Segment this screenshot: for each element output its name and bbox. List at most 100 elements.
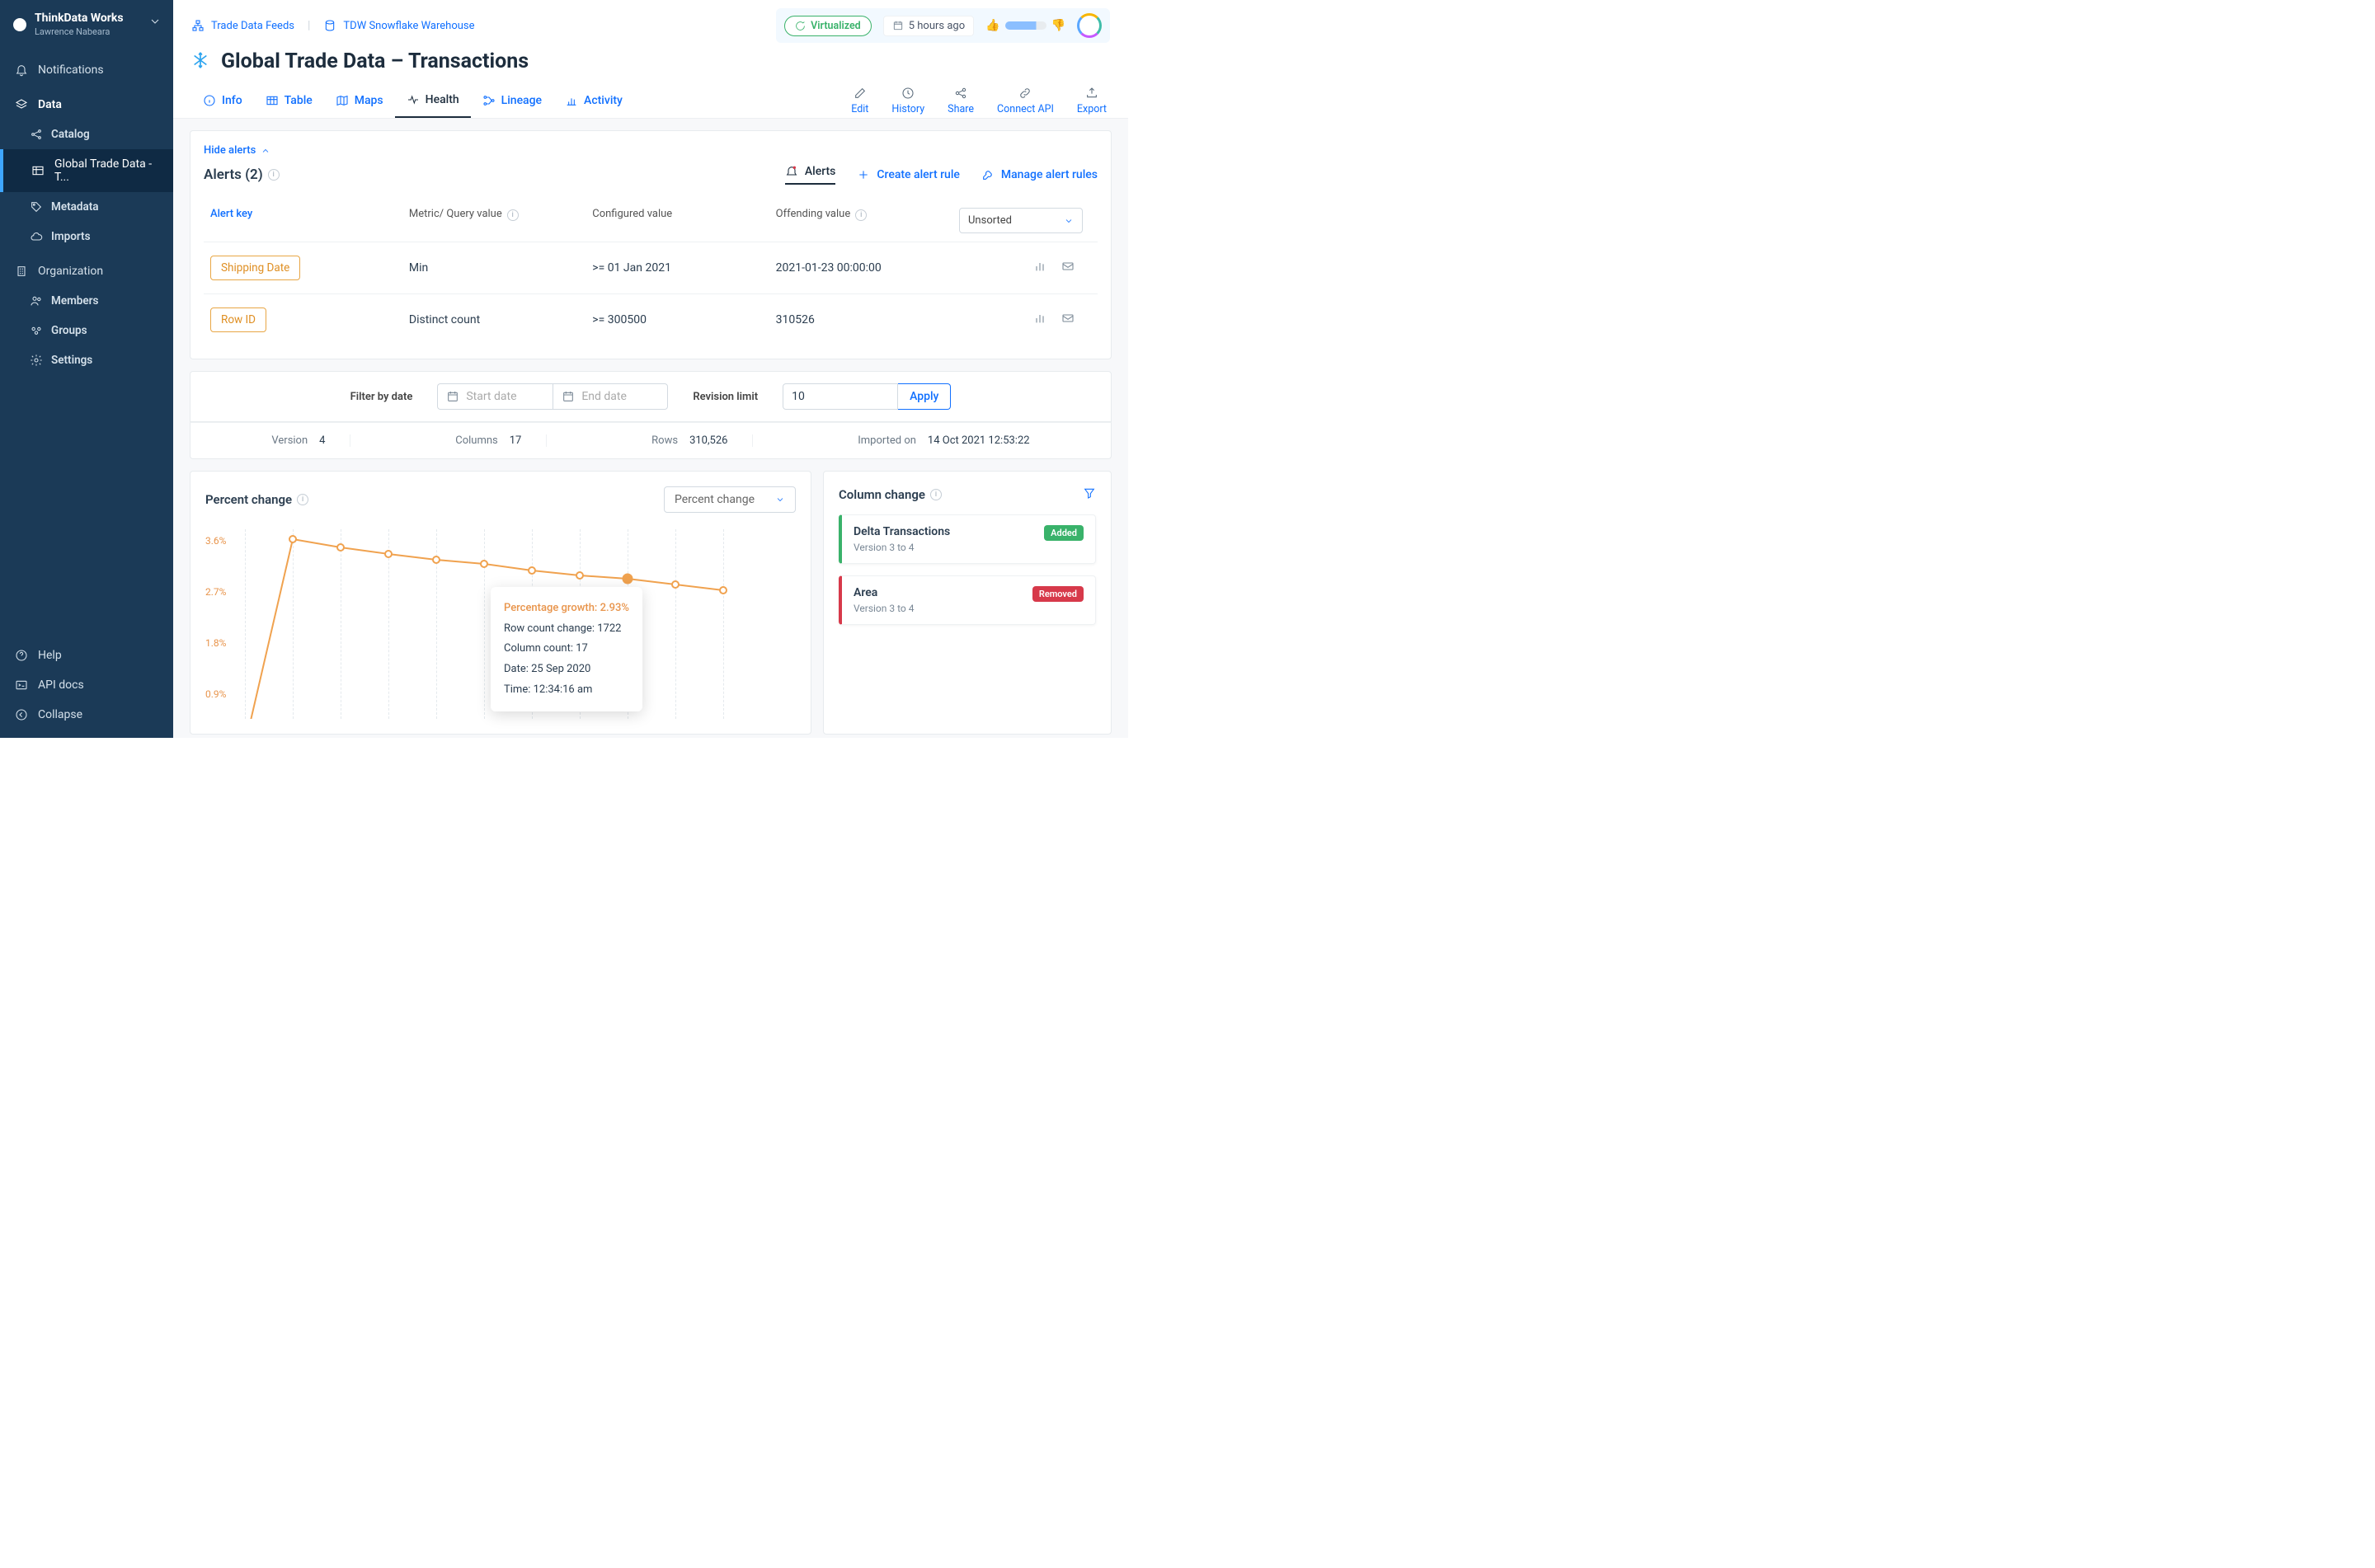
col-alert-key[interactable]: Alert key <box>210 208 409 233</box>
tab-lineage[interactable]: Lineage <box>471 84 553 117</box>
brand-logo-icon <box>13 18 26 31</box>
bar-chart-icon[interactable] <box>1033 260 1046 276</box>
filter-icon[interactable] <box>1083 486 1096 503</box>
nav-label: Imports <box>51 230 91 243</box>
nav-groups[interactable]: Groups <box>30 316 173 345</box>
cell-offending: 2021-01-23 00:00:00 <box>776 261 959 275</box>
atab-label: Create alert rule <box>877 168 960 181</box>
action-share[interactable]: Share <box>948 87 974 115</box>
crumb-tdw-snowflake[interactable]: TDW Snowflake Warehouse <box>323 19 474 32</box>
table-icon <box>266 94 279 107</box>
meta-label: Columns <box>455 434 498 447</box>
info-icon[interactable]: i <box>930 489 942 500</box>
nav-label: Notifications <box>38 63 104 77</box>
action-label: Export <box>1077 103 1107 115</box>
bar-chart-icon[interactable] <box>1033 312 1046 328</box>
action-export[interactable]: Export <box>1077 87 1107 115</box>
crumb-trade-data-feeds[interactable]: Trade Data Feeds <box>191 19 294 32</box>
nav-catalog[interactable]: Catalog <box>30 120 173 149</box>
info-icon[interactable]: i <box>855 209 867 221</box>
info-icon <box>203 94 216 107</box>
nav-organization[interactable]: Organization <box>0 256 173 286</box>
info-icon[interactable]: i <box>268 169 280 181</box>
sort-select[interactable]: Unsorted <box>959 208 1083 233</box>
chevron-down-icon <box>1064 216 1074 226</box>
tab-activity[interactable]: Activity <box>553 84 634 117</box>
collapse-icon <box>15 708 28 721</box>
crumb-label: Trade Data Feeds <box>211 20 294 32</box>
users-icon <box>30 294 43 307</box>
nav-members[interactable]: Members <box>30 286 173 316</box>
nav-global-trade-data[interactable]: Global Trade Data - T... <box>0 149 173 192</box>
atab-label: Manage alert rules <box>1001 168 1098 181</box>
apply-button[interactable]: Apply <box>898 383 951 410</box>
nav-api-docs[interactable]: API docs <box>0 670 173 700</box>
action-connect-api[interactable]: Connect API <box>997 87 1054 115</box>
table-row: Shipping Date Min >= 01 Jan 2021 2021-01… <box>204 242 1098 293</box>
tab-maps[interactable]: Maps <box>324 84 395 117</box>
col-item-sub: Version 3 to 4 <box>854 603 914 614</box>
nav-metadata[interactable]: Metadata <box>30 192 173 222</box>
refresh-icon <box>795 21 806 31</box>
alert-key-chip[interactable]: Row ID <box>210 307 266 332</box>
ytick: 0.9% <box>205 688 226 700</box>
selector-value: Percent change <box>675 493 755 506</box>
nav-data-heading[interactable]: Data <box>0 90 173 120</box>
alerts-title: Alerts (2) <box>204 167 263 183</box>
action-label: History <box>891 103 924 115</box>
alert-key-chip[interactable]: Shipping Date <box>210 256 300 280</box>
nav-label: Settings <box>51 354 92 367</box>
info-icon[interactable]: i <box>297 494 308 505</box>
column-change-item[interactable]: Delta Transactions Version 3 to 4 Added <box>839 514 1096 564</box>
mail-icon[interactable] <box>1061 260 1075 276</box>
meta-bar: Version4 Columns17 Rows310,526 Imported … <box>190 422 1112 459</box>
col-label: Metric/ Query value <box>409 208 502 220</box>
table-row: Row ID Distinct count >= 300500 310526 <box>204 293 1098 345</box>
calendar-icon <box>562 390 575 403</box>
start-date-input[interactable]: Start date <box>437 383 553 410</box>
share-icon <box>30 128 43 141</box>
placeholder: End date <box>581 390 627 403</box>
tab-health[interactable]: Health <box>395 83 471 118</box>
nav-collapse[interactable]: Collapse <box>0 700 173 730</box>
vote-widget[interactable]: 👍 👎 <box>985 19 1065 32</box>
tab-info[interactable]: Info <box>191 84 254 117</box>
alerts-tab-create[interactable]: Create alert rule <box>857 168 960 181</box>
hide-alerts-toggle[interactable]: Hide alerts <box>204 144 1098 157</box>
nav-help[interactable]: Help <box>0 641 173 670</box>
brand-block[interactable]: ThinkData Works Lawrence Nabeara <box>0 0 173 49</box>
removed-badge: Removed <box>1032 586 1084 602</box>
chevron-up-icon <box>261 146 270 156</box>
link-icon <box>1018 87 1032 100</box>
thumbs-up-icon[interactable]: 👍 <box>985 19 999 32</box>
nav-label: Members <box>51 294 98 307</box>
nav-notifications[interactable]: Notifications <box>0 55 173 85</box>
nav-settings[interactable]: Settings <box>30 345 173 375</box>
avatar[interactable] <box>1077 13 1102 38</box>
table-icon <box>31 164 45 177</box>
info-icon[interactable]: i <box>507 209 519 221</box>
alerts-tab-alerts[interactable]: Alerts <box>785 165 836 185</box>
mail-icon[interactable] <box>1061 312 1075 328</box>
action-history[interactable]: History <box>891 87 924 115</box>
end-date-input[interactable]: End date <box>553 383 668 410</box>
alerts-tab-manage[interactable]: Manage alert rules <box>981 168 1098 181</box>
tab-table[interactable]: Table <box>254 84 324 117</box>
col-offending: Offending valuei <box>776 208 959 233</box>
nav-imports[interactable]: Imports <box>30 222 173 251</box>
badge-label: Virtualized <box>811 20 861 32</box>
meta-value: 310,526 <box>689 434 727 447</box>
action-edit[interactable]: Edit <box>851 87 868 115</box>
col-item-name: Delta Transactions <box>854 525 950 538</box>
tooltip-row: Time: 12:34:16 am <box>504 680 629 701</box>
chart-selector[interactable]: Percent change <box>664 486 796 513</box>
column-change-item[interactable]: Area Version 3 to 4 Removed <box>839 575 1096 625</box>
chevron-down-icon[interactable] <box>148 15 162 31</box>
virtualized-badge: Virtualized <box>784 16 872 36</box>
revision-limit-input[interactable]: 10 <box>783 383 898 410</box>
tab-label: Maps <box>355 94 383 107</box>
bar-chart-icon <box>565 94 578 107</box>
thumbs-down-icon[interactable]: 👎 <box>1051 19 1065 32</box>
cell-metric: Distinct count <box>409 313 592 326</box>
revision-limit-label: Revision limit <box>693 391 758 403</box>
